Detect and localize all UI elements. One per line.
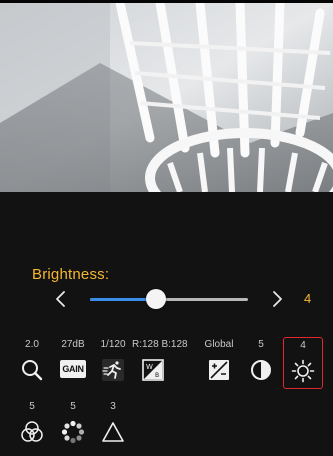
- exposure-icon: [209, 360, 229, 380]
- camera-app: Brightness: 4 2.0 27dB GAIN 1/120 R:128 …: [0, 0, 333, 456]
- chevron-right-icon: [273, 291, 282, 307]
- exposure-mode-value: Global: [204, 339, 234, 350]
- running-man-icon: [102, 359, 124, 381]
- white-balance-icon: W B: [142, 359, 164, 381]
- brightness-value: 4: [304, 291, 312, 306]
- brightness-slider[interactable]: [90, 289, 248, 309]
- svg-text:B: B: [155, 372, 159, 379]
- next-value-button[interactable]: [268, 286, 288, 312]
- saturation-button[interactable]: 5: [13, 400, 51, 444]
- saturation-value: 5: [29, 401, 35, 412]
- shuttlecock-preview-image: [0, 3, 333, 192]
- hue-button[interactable]: 5: [54, 400, 92, 444]
- brightness-label: Brightness:: [32, 266, 110, 283]
- zoom-value: 2.0: [25, 339, 39, 350]
- sharpness-value: 3: [110, 401, 116, 412]
- magnifier-icon: [22, 360, 43, 381]
- gain-value: 27dB: [61, 339, 85, 350]
- brightness-button[interactable]: 4: [283, 337, 323, 389]
- hue-value: 5: [70, 401, 76, 412]
- hue-wheel-icon: [61, 420, 85, 444]
- gain-button[interactable]: 27dB GAIN: [54, 338, 92, 378]
- color-circles-icon: [21, 421, 43, 442]
- contrast-button[interactable]: 5: [242, 338, 280, 382]
- brightness-tool-value: 4: [300, 340, 306, 351]
- sun-icon: [291, 359, 315, 383]
- shutter-button[interactable]: 1/120: [94, 338, 132, 382]
- slider-thumb[interactable]: [146, 289, 166, 309]
- white-balance-button[interactable]: R:128 B:128 W B: [132, 338, 188, 382]
- camera-preview[interactable]: [0, 3, 333, 192]
- shutter-value: 1/120: [100, 339, 126, 350]
- zoom-button[interactable]: 2.0: [13, 338, 51, 382]
- white-balance-value: R:128 B:128: [132, 339, 188, 350]
- triangle-icon: [102, 422, 124, 442]
- settings-panel: Brightness: 4 2.0 27dB GAIN 1/120 R:128 …: [0, 192, 333, 456]
- exposure-mode-button[interactable]: Global: [200, 338, 238, 382]
- previous-value-button[interactable]: [50, 286, 70, 312]
- chevron-left-icon: [56, 291, 65, 307]
- gain-icon: GAIN: [60, 360, 86, 378]
- sharpness-button[interactable]: 3: [94, 400, 132, 444]
- contrast-icon: [251, 360, 271, 380]
- svg-text:W: W: [146, 363, 153, 371]
- contrast-value: 5: [258, 339, 264, 350]
